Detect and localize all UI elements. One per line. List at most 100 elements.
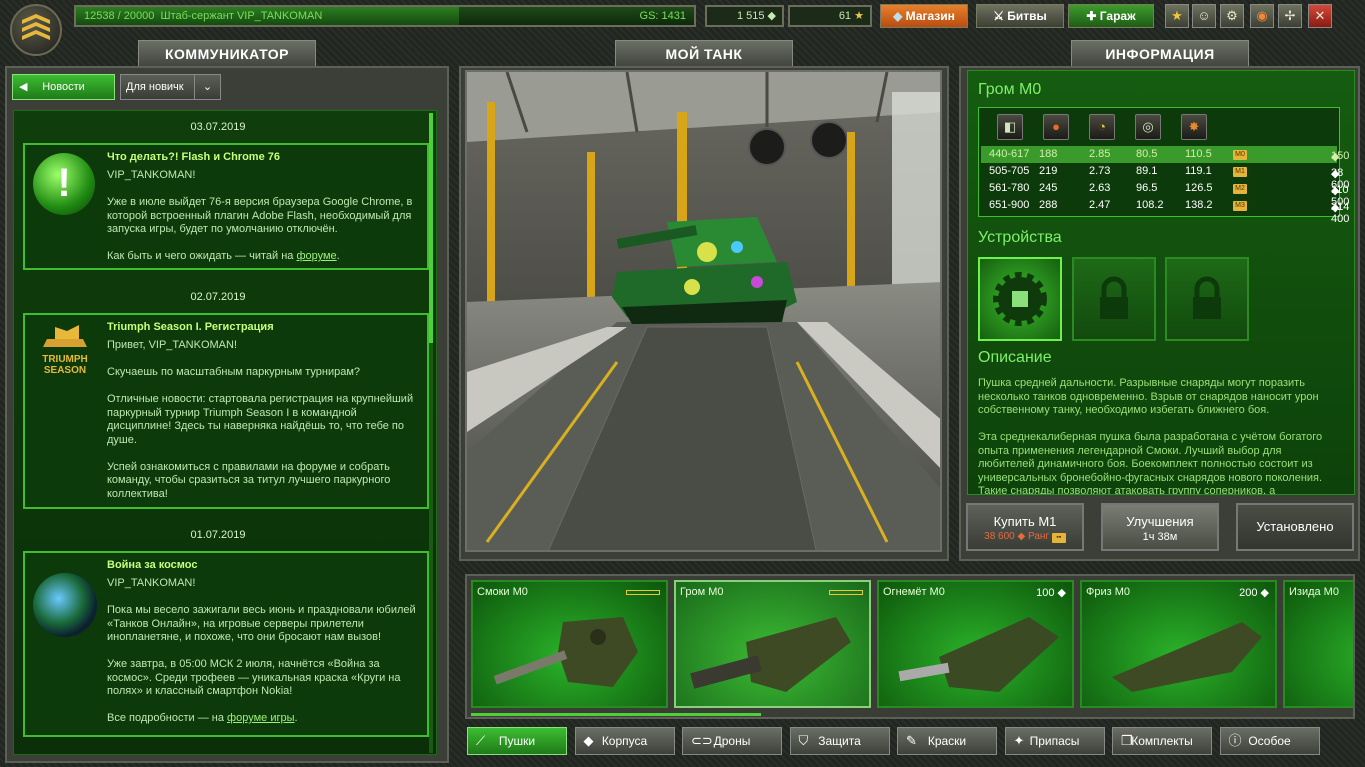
- items-carousel[interactable]: Смоки М0 Гром М0 Огнемёт М0 100 ◆ Фриз М…: [465, 574, 1355, 719]
- device-slot-locked[interactable]: [1165, 257, 1249, 341]
- stat-reload: 2.85: [1089, 148, 1111, 160]
- stat-reload: 2.47: [1089, 199, 1111, 211]
- news-date: 02.07.2019: [190, 291, 246, 303]
- stat-range: 440-617: [989, 148, 1030, 160]
- category-tab-2[interactable]: ⊂⊃ Дроны: [682, 727, 782, 755]
- stars-counter[interactable]: 61 ★: [788, 5, 872, 27]
- stat-rot: 96.5: [1136, 182, 1158, 194]
- news-date: 03.07.2019: [190, 121, 246, 133]
- smoky-turret-icon: [493, 617, 638, 687]
- close-icon[interactable]: ✕: [1308, 4, 1332, 28]
- planet-earth-icon: [33, 573, 97, 637]
- tab-communicator[interactable]: КОММУНИКАТОР: [138, 40, 316, 66]
- stat-range: 561-780: [989, 182, 1030, 194]
- xp-value: 12538 / 20000: [84, 10, 155, 22]
- kit-icon: ❒: [1121, 733, 1133, 748]
- forum-link[interactable]: форуме: [296, 250, 336, 262]
- garage-tank-scene[interactable]: [465, 70, 942, 552]
- stats-table: ◧ ● ◔ ◎ ✸ 440-617 188 2.85 80.5 110.5 M0 150 ◆…: [978, 107, 1350, 225]
- buy-button[interactable]: Купить М1 38 600 ◆ Ранг ▪▪: [966, 503, 1084, 551]
- forum-link[interactable]: форуме игры: [227, 712, 294, 724]
- item-title: Гром М0: [978, 81, 1042, 98]
- wrench-icon: ✚: [1086, 9, 1097, 23]
- category-tab-7[interactable]: ⓘ Особое: [1219, 727, 1320, 755]
- rotation-icon: ◎: [1135, 114, 1161, 140]
- experience-bar: 12538 / 20000 Штаб-сержант VIP_TANKOMAN …: [74, 5, 696, 27]
- alert-icon: !: [33, 153, 95, 215]
- friends-icon[interactable]: ☺: [1192, 4, 1216, 28]
- stat-impact: 110.5: [1185, 148, 1212, 160]
- news-feed[interactable]: 03.07.2019 ! Что делать?! Flash и Chrome…: [13, 110, 437, 755]
- firebird-turret-icon: [898, 617, 1059, 692]
- item-info: Гром М0 ◧ ● ◔ ◎ ✸ 440-617 188 2.85 80.5 110.…: [967, 70, 1355, 495]
- category-tab-0[interactable]: ⟋ Пушки: [467, 727, 567, 755]
- crystal-icon: ◆: [1331, 202, 1340, 214]
- stats-row: 651-900 288 2.47 108.2 138.2 M3 214 400 ◆: [989, 199, 1350, 225]
- stat-dmg: 188: [1039, 148, 1058, 160]
- stat-impact: 138.2: [1185, 199, 1213, 211]
- stat-dmg: 245: [1039, 182, 1058, 194]
- carousel-scrollbar[interactable]: [471, 713, 761, 716]
- stat-range: 651-900: [989, 199, 1030, 211]
- stat-impact: 119.1: [1185, 165, 1212, 177]
- impact-icon: ✸: [1181, 114, 1207, 140]
- shop-button[interactable]: ◆ Магазин: [880, 4, 968, 28]
- news-title: Война за космос: [107, 559, 198, 571]
- chevron-down-icon: ⌄: [194, 75, 220, 99]
- tab-my-tank[interactable]: МОЙ ТАНК: [615, 40, 793, 66]
- sound-icon[interactable]: ◉: [1250, 4, 1274, 28]
- device-gear-icon: [993, 272, 1047, 326]
- stat-rot: 80.5: [1136, 148, 1158, 160]
- item-firebird[interactable]: Огнемёт М0 100 ◆: [877, 580, 1074, 708]
- fullscreen-icon[interactable]: ✢: [1278, 4, 1302, 28]
- category-tab-3[interactable]: ⛉ Защита: [789, 727, 890, 755]
- stats-row: 561-780 245 2.63 96.5 126.5 M2 110 500 ◆: [989, 182, 1350, 208]
- news-button[interactable]: ◀ Новости: [12, 74, 115, 100]
- scrollbar-thumb[interactable]: [429, 113, 433, 343]
- category-tab-1[interactable]: ◆ Корпуса: [574, 727, 675, 755]
- item-thunder[interactable]: Гром М0: [674, 580, 871, 708]
- favorites-icon[interactable]: ★: [1165, 4, 1189, 28]
- news-filter-select[interactable]: Для новичк ⌄: [120, 74, 221, 100]
- stats-row: 440-617 188 2.85 80.5 110.5 M0 150 ◆: [981, 146, 1349, 163]
- modification-badge: M0: [1233, 150, 1247, 160]
- gear-score: GS: 1431: [639, 10, 686, 22]
- upgrades-button[interactable]: Улучшения 1ч 38м: [1101, 503, 1219, 551]
- stats-row: 505-705 219 2.73 89.1 119.1 M1 38 600 ◆: [989, 165, 1350, 191]
- category-tab-5[interactable]: ✦ Припасы: [1004, 727, 1105, 755]
- device-slot-active[interactable]: [978, 257, 1062, 341]
- battles-button[interactable]: ⚔ Битвы: [976, 4, 1064, 28]
- stat-dmg: 219: [1039, 165, 1058, 177]
- category-tab-6[interactable]: ❒ Комплекты: [1112, 727, 1212, 755]
- rank-badge-icon: ▪▪: [1051, 533, 1066, 543]
- news-date: 01.07.2019: [190, 529, 246, 541]
- modification-badge: M1: [1233, 167, 1247, 177]
- device-slot-locked[interactable]: [1072, 257, 1156, 341]
- brush-icon: ✎: [906, 733, 917, 748]
- crystal-icon: ◆: [1331, 151, 1340, 163]
- swords-icon: ⚔: [993, 9, 1004, 23]
- news-card: Война за космос VIP_TANKOMAN! Пока мы ве…: [23, 551, 429, 737]
- settings-gear-icon[interactable]: ⚙: [1220, 4, 1244, 28]
- news-scrollbar[interactable]: [429, 113, 433, 753]
- crystals-counter[interactable]: 1 515 ◆: [705, 5, 784, 27]
- triumph-season-logo-icon: TRIUMPH SEASON: [31, 323, 99, 387]
- thunder-turret-icon: [690, 617, 851, 692]
- supplies-icon: ✦: [1013, 733, 1025, 748]
- megaphone-icon: ◀: [19, 81, 28, 93]
- item-freeze[interactable]: Фриз М0 200 ◆: [1080, 580, 1277, 708]
- stat-dmg: 288: [1039, 199, 1058, 211]
- item-isida[interactable]: Изида М0: [1283, 580, 1353, 708]
- reload-icon: ◔: [1089, 114, 1115, 140]
- crystal-icon: ◆: [1331, 185, 1340, 197]
- range-icon: ◧: [997, 114, 1023, 140]
- item-smoky[interactable]: Смоки М0: [471, 580, 668, 708]
- description-title: Описание: [978, 349, 1052, 366]
- news-title: Что делать?! Flash и Chrome 76: [107, 151, 280, 163]
- news-card: ! Что делать?! Flash и Chrome 76 VIP_TAN…: [23, 143, 429, 270]
- category-tab-4[interactable]: ✎ Краски: [897, 727, 997, 755]
- garage-button[interactable]: ✚ Гараж: [1068, 4, 1154, 28]
- diamond-icon: ◆: [893, 9, 903, 23]
- cannon-icon: ⟋: [476, 733, 486, 748]
- tab-information[interactable]: ИНФОРМАЦИЯ: [1071, 40, 1249, 66]
